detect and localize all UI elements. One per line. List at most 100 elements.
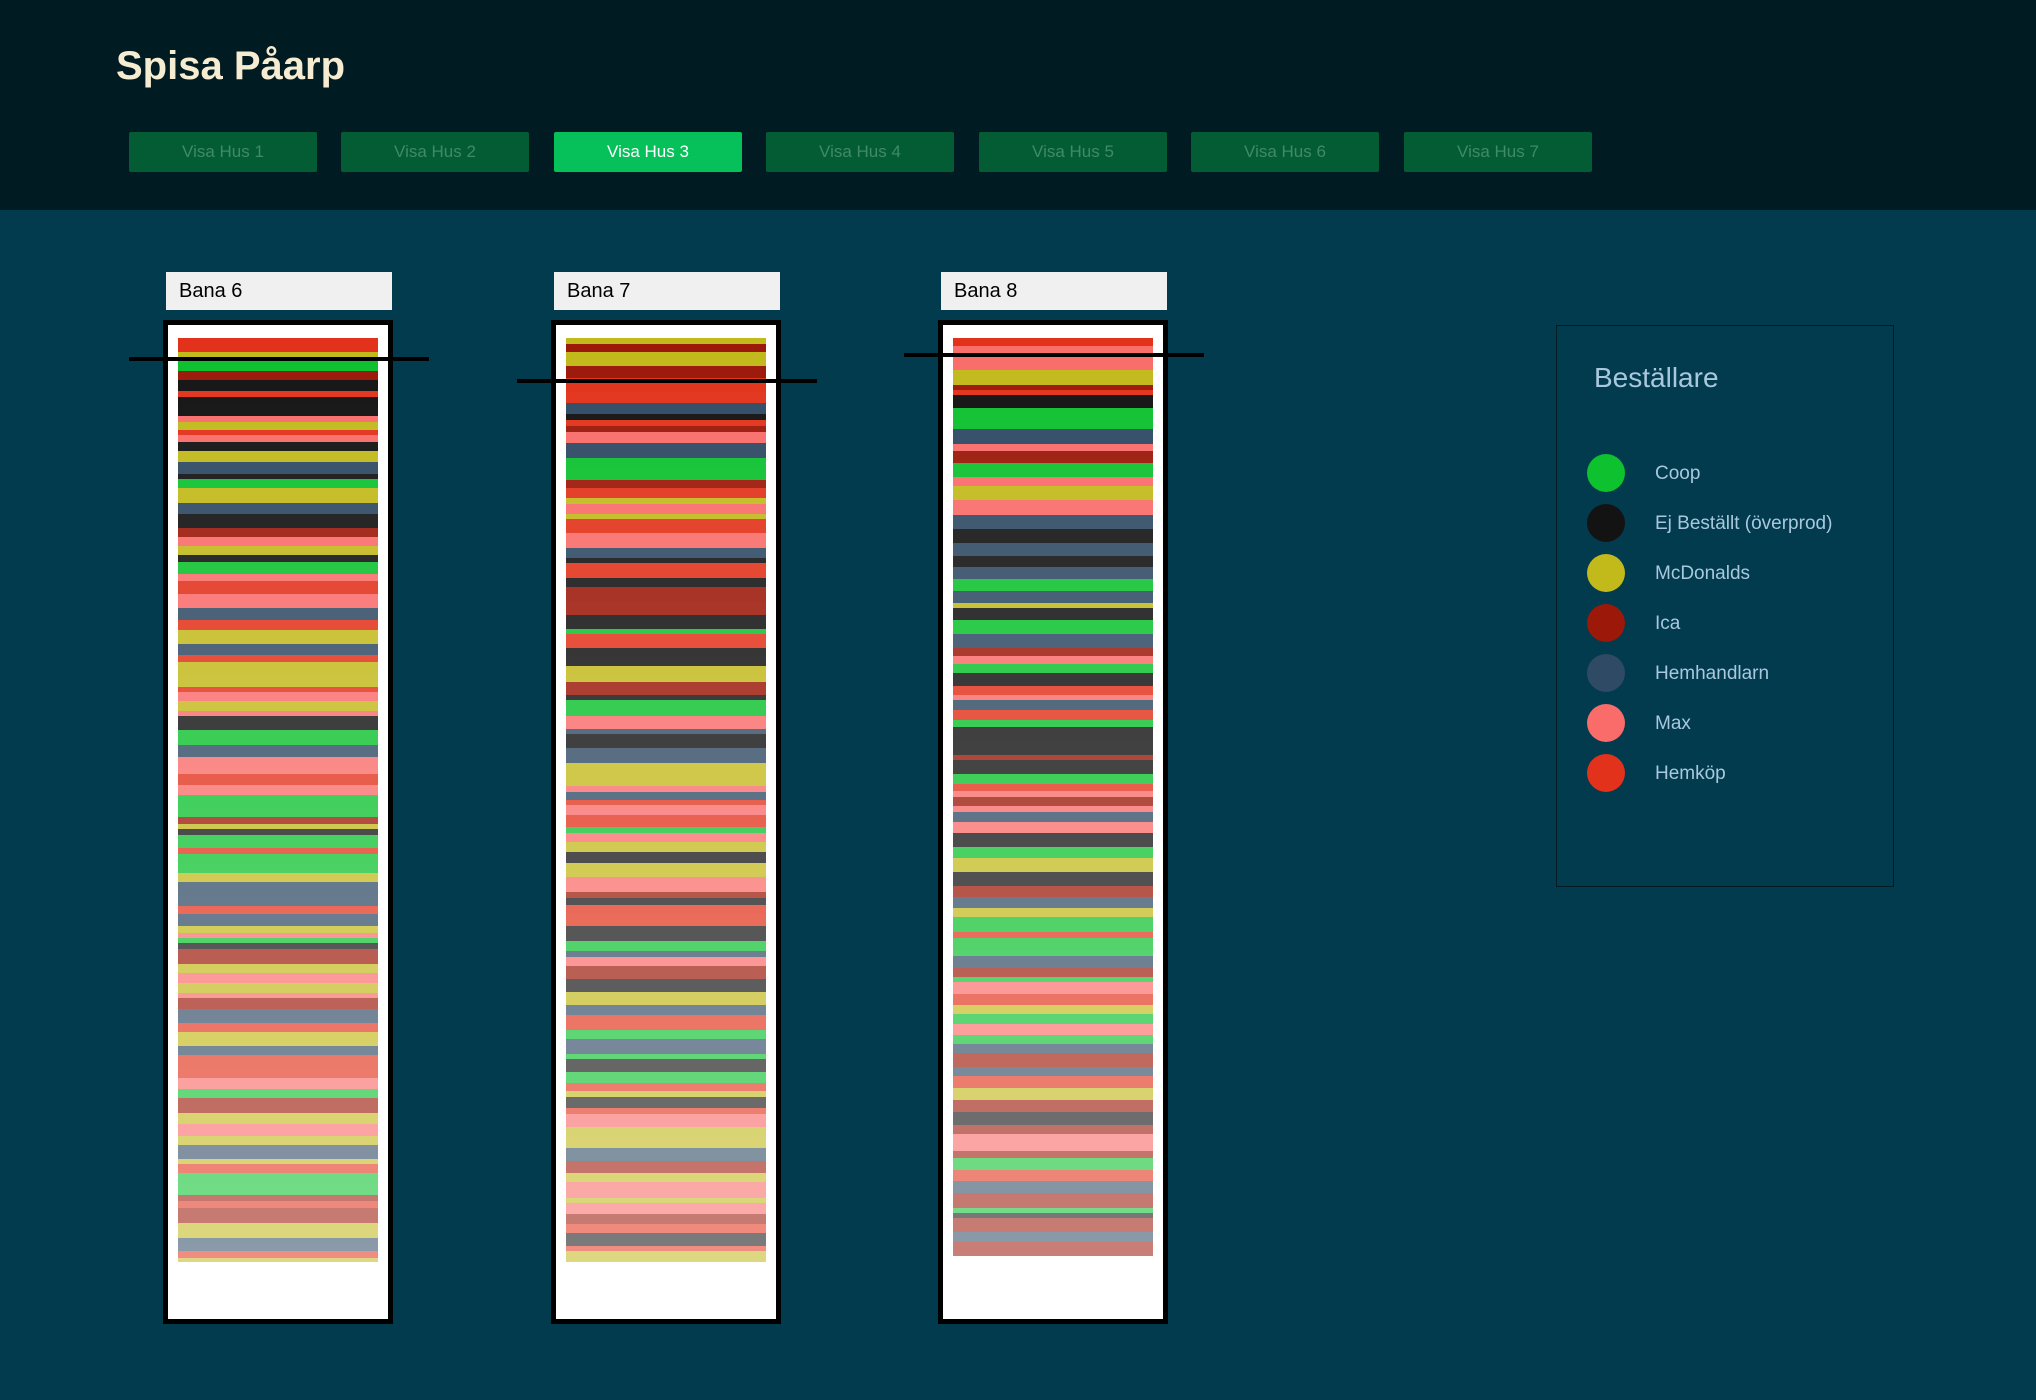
order-stripe	[953, 1014, 1153, 1024]
lane-stack	[953, 338, 1153, 1256]
order-stripe	[953, 673, 1153, 686]
order-stripe	[953, 634, 1153, 648]
order-stripe	[178, 371, 378, 380]
order-stripe	[178, 1046, 378, 1055]
order-stripe	[953, 1044, 1153, 1053]
order-stripe	[178, 514, 378, 528]
order-stripe	[178, 914, 378, 926]
order-stripe	[178, 1089, 378, 1098]
order-stripe	[953, 567, 1153, 579]
order-stripe	[566, 682, 766, 695]
order-stripe	[178, 546, 378, 555]
order-stripe	[953, 1053, 1153, 1067]
tab-visa-hus-3[interactable]: Visa Hus 3	[554, 132, 742, 172]
order-stripe	[566, 602, 766, 615]
order-stripe	[178, 808, 378, 817]
order-stripe	[566, 587, 766, 602]
order-stripe	[178, 488, 378, 503]
lane-label-bana-8: Bana 8	[941, 272, 1167, 310]
order-stripe	[178, 462, 378, 474]
order-stripe	[178, 581, 378, 594]
order-stripe	[953, 1181, 1153, 1193]
tab-visa-hus-6[interactable]: Visa Hus 6	[1191, 132, 1379, 172]
order-stripe	[566, 716, 766, 729]
order-stripe	[178, 692, 378, 701]
order-stripe	[178, 873, 378, 882]
order-stripe	[566, 392, 766, 403]
order-stripe	[953, 700, 1153, 710]
order-stripe	[178, 608, 378, 620]
tab-visa-hus-5[interactable]: Visa Hus 5	[979, 132, 1167, 172]
order-stripe	[953, 886, 1153, 897]
tab-visa-hus-4[interactable]: Visa Hus 4	[766, 132, 954, 172]
order-stripe	[178, 949, 378, 964]
order-stripe	[178, 730, 378, 745]
lane-level-marker	[517, 378, 817, 383]
order-stripe	[953, 1151, 1153, 1158]
order-stripe	[953, 1253, 1153, 1256]
order-stripe	[953, 908, 1153, 917]
order-stripe	[178, 1201, 378, 1208]
order-stripe	[953, 822, 1153, 833]
order-stripe	[566, 1039, 766, 1054]
order-stripe	[178, 854, 378, 865]
order-stripe	[566, 1154, 766, 1161]
order-stripe	[566, 1127, 766, 1135]
order-stripe	[566, 480, 766, 488]
order-stripe	[953, 720, 1153, 727]
lane-level-marker	[904, 353, 1204, 358]
order-stripe	[566, 957, 766, 966]
order-stripe	[566, 533, 766, 548]
order-stripe	[178, 795, 378, 808]
order-stripe	[178, 1078, 378, 1089]
order-stripe	[178, 897, 378, 906]
order-stripe	[178, 964, 378, 973]
lane-bana-6[interactable]	[163, 320, 393, 1324]
lane-stack	[566, 338, 766, 1262]
order-stripe	[178, 973, 378, 983]
order-stripe	[953, 451, 1153, 463]
order-stripe	[566, 1203, 766, 1214]
order-stripe	[566, 458, 766, 470]
order-stripe	[566, 344, 766, 352]
tab-visa-hus-7[interactable]: Visa Hus 7	[1404, 132, 1592, 172]
order-stripe	[953, 656, 1153, 664]
order-stripe	[178, 1009, 378, 1023]
tab-visa-hus-2[interactable]: Visa Hus 2	[341, 132, 529, 172]
order-stripe	[566, 763, 766, 777]
order-stripe	[953, 1112, 1153, 1125]
tab-visa-hus-1[interactable]: Visa Hus 1	[129, 132, 317, 172]
order-stripe	[178, 1023, 378, 1032]
order-stripe	[566, 366, 766, 378]
lane-bana-8[interactable]	[938, 320, 1168, 1324]
order-stripe	[178, 620, 378, 630]
order-stripe	[953, 833, 1153, 847]
order-stripe	[178, 882, 378, 897]
order-stripe	[566, 914, 766, 926]
order-stripe	[566, 1182, 766, 1192]
order-stripe	[178, 555, 378, 562]
lane-bana-7[interactable]	[551, 320, 781, 1324]
app-title: Spisa Påarp	[116, 44, 346, 88]
order-stripe	[566, 470, 766, 480]
app-header: Spisa Påarp Visa Hus 1 Visa Hus 2 Visa H…	[0, 0, 2036, 210]
order-stripe	[566, 1114, 766, 1127]
order-stripe	[178, 1032, 378, 1046]
order-stripe	[178, 1113, 378, 1124]
order-stripe	[953, 727, 1153, 740]
order-stripe	[953, 760, 1153, 774]
order-stripe	[953, 812, 1153, 822]
legend-color-dot	[1587, 554, 1625, 592]
order-stripe	[953, 356, 1153, 370]
order-stripe	[178, 1184, 378, 1195]
order-stripe	[953, 797, 1153, 806]
order-stripe	[566, 966, 766, 979]
legend-label: Hemköp	[1655, 763, 1726, 784]
order-stripe	[178, 562, 378, 574]
order-stripe	[566, 748, 766, 763]
order-stripe	[953, 1125, 1153, 1134]
order-stripe	[953, 648, 1153, 656]
order-stripe	[178, 1145, 378, 1159]
order-stripe	[566, 656, 766, 666]
order-stripe	[953, 408, 1153, 422]
